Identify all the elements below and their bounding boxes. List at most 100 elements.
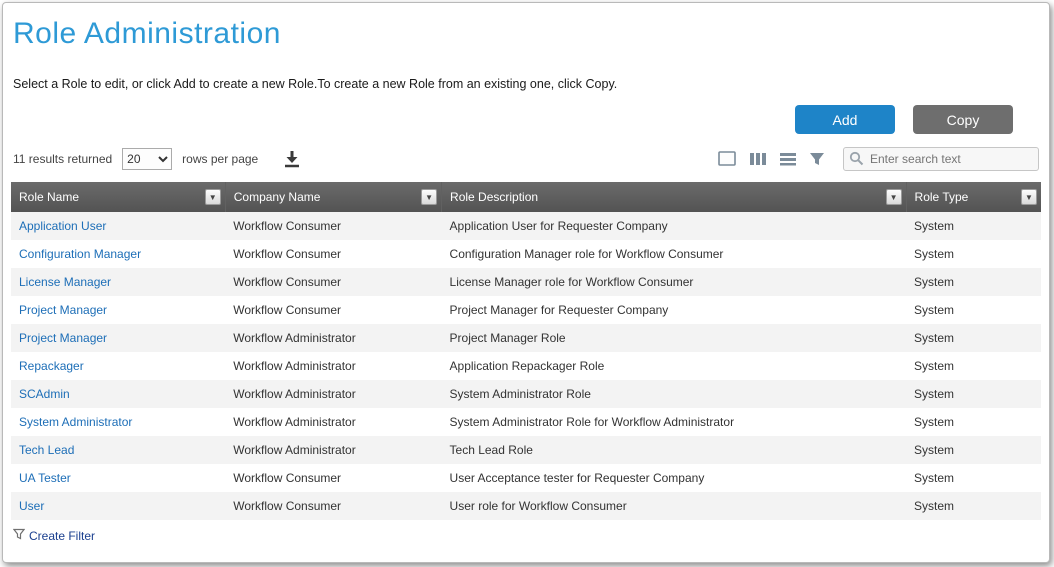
table-row: Application User Workflow ConsumerApplica…	[11, 212, 1041, 240]
results-count: 11 results returned	[13, 152, 112, 166]
role-name-link[interactable]: Repackager	[19, 359, 84, 373]
grid-toolbar: 11 results returned 20 rows per page	[13, 146, 1039, 172]
role-description-cell: User Acceptance tester for Requester Com…	[442, 464, 907, 492]
table-row: License ManagerWorkflow ConsumerLicense …	[11, 268, 1041, 296]
table-row: Project Manager Workflow AdministratorPro…	[11, 324, 1041, 352]
role-name-cell: SCAdmin	[11, 380, 225, 408]
role-name-cell: UA Tester	[11, 464, 225, 492]
role-type-cell: System	[906, 492, 1041, 520]
role-name-cell: Application User	[11, 212, 225, 240]
role-type-cell: System	[906, 464, 1041, 492]
role-name-link[interactable]: Project Manager	[19, 303, 107, 317]
create-filter-label: Create Filter	[29, 529, 95, 543]
filter-icon[interactable]	[809, 151, 825, 167]
column-label: Role Type	[915, 190, 969, 204]
column-label: Role Description	[450, 190, 538, 204]
rows-per-page-select[interactable]: 20	[122, 148, 172, 170]
table-row: Configuration Manager Workflow ConsumerCo…	[11, 240, 1041, 268]
role-name-cell: User	[11, 492, 225, 520]
role-name-cell: Project Manager	[11, 324, 225, 352]
column-label: Company Name	[234, 190, 321, 204]
roles-table: Role Name ▼ Company Name ▼ Role Descript…	[11, 182, 1041, 520]
company-name-cell: Workflow Consumer	[225, 212, 441, 240]
company-name-cell: Workflow Administrator	[225, 352, 441, 380]
role-description-cell: User role for Workflow Consumer	[442, 492, 907, 520]
role-name-link[interactable]: Application User	[19, 219, 106, 233]
role-description-cell: Configuration Manager role for Workflow …	[442, 240, 907, 268]
role-name-link[interactable]: Tech Lead	[19, 443, 74, 457]
column-header-company-name[interactable]: Company Name ▼	[225, 182, 441, 212]
company-name-cell: Workflow Consumer	[225, 464, 441, 492]
table-header: Role Name ▼ Company Name ▼ Role Descript…	[11, 182, 1041, 212]
download-icon[interactable]	[282, 150, 302, 168]
table-row: System Administrator Workflow Administrat…	[11, 408, 1041, 436]
table-row: Project Manager Workflow ConsumerProject …	[11, 296, 1041, 324]
column-dropdown-icon[interactable]: ▼	[205, 189, 221, 205]
toolbar-right	[717, 147, 1039, 171]
role-name-cell: Project Manager	[11, 296, 225, 324]
role-description-cell: License Manager role for Workflow Consum…	[442, 268, 907, 296]
column-dropdown-icon[interactable]: ▼	[886, 189, 902, 205]
column-dropdown-icon[interactable]: ▼	[421, 189, 437, 205]
role-description-cell: Project Manager for Requester Company	[442, 296, 907, 324]
role-description-cell: Tech Lead Role	[442, 436, 907, 464]
company-name-cell: Workflow Administrator	[225, 436, 441, 464]
column-header-role-description[interactable]: Role Description ▼	[442, 182, 907, 212]
table-row: Tech Lead Workflow AdministratorTech Lead…	[11, 436, 1041, 464]
columns-icon[interactable]	[749, 151, 767, 167]
role-name-cell: Repackager	[11, 352, 225, 380]
role-name-cell: Configuration Manager	[11, 240, 225, 268]
role-type-cell: System	[906, 240, 1041, 268]
role-name-link[interactable]: User	[19, 499, 44, 513]
table-row: SCAdmin Workflow AdministratorSystem Admi…	[11, 380, 1041, 408]
role-description-cell: Application Repackager Role	[442, 352, 907, 380]
search-box	[843, 147, 1039, 171]
create-filter-icon	[13, 528, 25, 543]
company-name-cell: Workflow Consumer	[225, 296, 441, 324]
page-icon[interactable]	[717, 151, 737, 167]
company-name-cell: Workflow Consumer	[225, 492, 441, 520]
create-filter-link[interactable]: Create Filter	[13, 528, 95, 543]
role-description-cell: Application User for Requester Company	[442, 212, 907, 240]
role-name-cell: System Administrator	[11, 408, 225, 436]
role-description-cell: System Administrator Role for Workflow A…	[442, 408, 907, 436]
role-administration-page: Role Administration Select a Role to edi…	[2, 2, 1050, 563]
role-name-link[interactable]: Project Manager	[19, 331, 107, 345]
company-name-cell: Workflow Administrator	[225, 408, 441, 436]
role-name-cell: License Manager	[11, 268, 225, 296]
role-description-cell: Project Manager Role	[442, 324, 907, 352]
role-type-cell: System	[906, 408, 1041, 436]
company-name-cell: Workflow Administrator	[225, 380, 441, 408]
role-name-link[interactable]: License Manager	[19, 275, 111, 289]
grid-footer: Create Filter	[13, 528, 1049, 543]
company-name-cell: Workflow Administrator	[225, 324, 441, 352]
table-body: Application UserWorkflow ConsumerApplica…	[11, 212, 1041, 520]
role-type-cell: System	[906, 212, 1041, 240]
role-description-cell: System Administrator Role	[442, 380, 907, 408]
company-name-cell: Workflow Consumer	[225, 240, 441, 268]
rows-icon[interactable]	[779, 151, 797, 167]
role-name-cell: Tech Lead	[11, 436, 225, 464]
add-button[interactable]: Add	[795, 105, 895, 134]
search-icon	[849, 151, 864, 171]
table-row: Repackager Workflow AdministratorApplicat…	[11, 352, 1041, 380]
role-type-cell: System	[906, 268, 1041, 296]
column-dropdown-icon[interactable]: ▼	[1021, 189, 1037, 205]
copy-button[interactable]: Copy	[913, 105, 1013, 134]
role-type-cell: System	[906, 324, 1041, 352]
role-type-cell: System	[906, 380, 1041, 408]
toolbar-left: 11 results returned 20 rows per page	[13, 148, 302, 170]
column-header-role-name[interactable]: Role Name ▼	[11, 182, 225, 212]
role-name-link[interactable]: System Administrator	[19, 415, 132, 429]
rows-per-page-label: rows per page	[182, 152, 258, 166]
search-input[interactable]	[843, 147, 1039, 171]
column-header-role-type[interactable]: Role Type ▼	[906, 182, 1041, 212]
role-name-link[interactable]: SCAdmin	[19, 387, 70, 401]
action-buttons: Add Copy	[3, 105, 1013, 134]
role-type-cell: System	[906, 436, 1041, 464]
role-type-cell: System	[906, 352, 1041, 380]
page-title: Role Administration	[13, 17, 1049, 51]
table-header-row: Role Name ▼ Company Name ▼ Role Descript…	[11, 182, 1041, 212]
role-name-link[interactable]: UA Tester	[19, 471, 71, 485]
role-name-link[interactable]: Configuration Manager	[19, 247, 141, 261]
